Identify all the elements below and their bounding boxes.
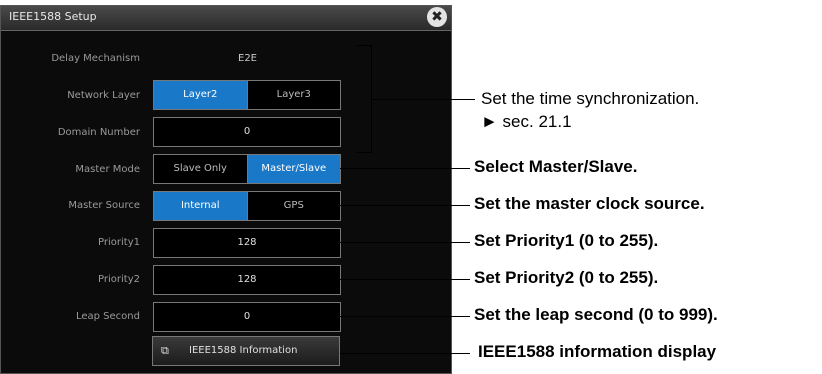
ieee1588-information-button[interactable]: ⧉ IEEE1588 Information bbox=[152, 336, 340, 366]
leap-second-field[interactable]: 0 bbox=[153, 302, 341, 332]
master-mode-label: Master Mode bbox=[75, 164, 140, 175]
master-mode-leader bbox=[340, 168, 470, 169]
annotation-leap-second: Set the leap second (0 to 999). bbox=[474, 305, 718, 324]
annotation-master-source: Set the master clock source. bbox=[474, 194, 705, 213]
dialog-title: IEEE1588 Setup bbox=[9, 10, 97, 23]
priority1-leader bbox=[340, 242, 470, 243]
master-source-label: Master Source bbox=[68, 200, 140, 211]
master-source-selector: Internal GPS bbox=[153, 191, 341, 221]
domain-number-label: Domain Number bbox=[57, 127, 140, 138]
priority1-field[interactable]: 128 bbox=[153, 228, 341, 258]
network-layer-option-layer3[interactable]: Layer3 bbox=[246, 81, 341, 109]
delay-mechanism-value: E2E bbox=[238, 53, 257, 64]
master-source-option-gps[interactable]: GPS bbox=[246, 192, 341, 220]
annotation-sync-line1: Set the time synchronization. bbox=[481, 89, 700, 108]
leap-second-label: Leap Second bbox=[75, 311, 140, 322]
master-source-leader bbox=[340, 205, 470, 206]
master-source-option-internal[interactable]: Internal bbox=[154, 192, 247, 220]
priority2-label: Priority2 bbox=[98, 274, 140, 285]
annotation-priority2: Set Priority2 (0 to 255). bbox=[474, 268, 659, 287]
bracket-top bbox=[357, 45, 371, 46]
domain-number-field[interactable]: 0 bbox=[153, 117, 341, 147]
network-layer-selector: Layer2 Layer3 bbox=[153, 80, 341, 110]
annotation-priority1: Set Priority1 (0 to 255). bbox=[474, 231, 659, 250]
leap-second-leader bbox=[340, 316, 470, 317]
master-mode-option-slave-only[interactable]: Slave Only bbox=[154, 155, 247, 183]
master-mode-selector: Slave Only Master/Slave bbox=[153, 154, 341, 184]
network-layer-option-layer2[interactable]: Layer2 bbox=[154, 81, 247, 109]
dialog-titlebar: IEEE1588 Setup ✖ bbox=[1, 6, 451, 31]
delay-mechanism-label: Delay Mechanism bbox=[51, 53, 140, 64]
annotation-info: IEEE1588 information display bbox=[478, 342, 717, 361]
priority1-label: Priority1 bbox=[98, 237, 140, 248]
priority2-field[interactable]: 128 bbox=[153, 265, 341, 295]
sync-leader-line bbox=[371, 99, 475, 100]
info-leader bbox=[340, 353, 470, 354]
annotation-master-mode: Select Master/Slave. bbox=[474, 157, 638, 176]
network-layer-label: Network Layer bbox=[67, 90, 140, 101]
info-button-label: IEEE1588 Information bbox=[189, 345, 298, 356]
annotation-sync-line2: ► sec. 21.1 bbox=[481, 112, 572, 131]
bracket-bottom bbox=[357, 152, 371, 153]
priority2-leader bbox=[340, 279, 470, 280]
close-icon[interactable]: ✖ bbox=[427, 7, 447, 27]
master-mode-option-master-slave[interactable]: Master/Slave bbox=[246, 155, 340, 183]
ieee1588-setup-dialog: IEEE1588 Setup ✖ Delay Mechanism E2E Net… bbox=[0, 5, 452, 374]
window-icon: ⧉ bbox=[161, 344, 169, 357]
